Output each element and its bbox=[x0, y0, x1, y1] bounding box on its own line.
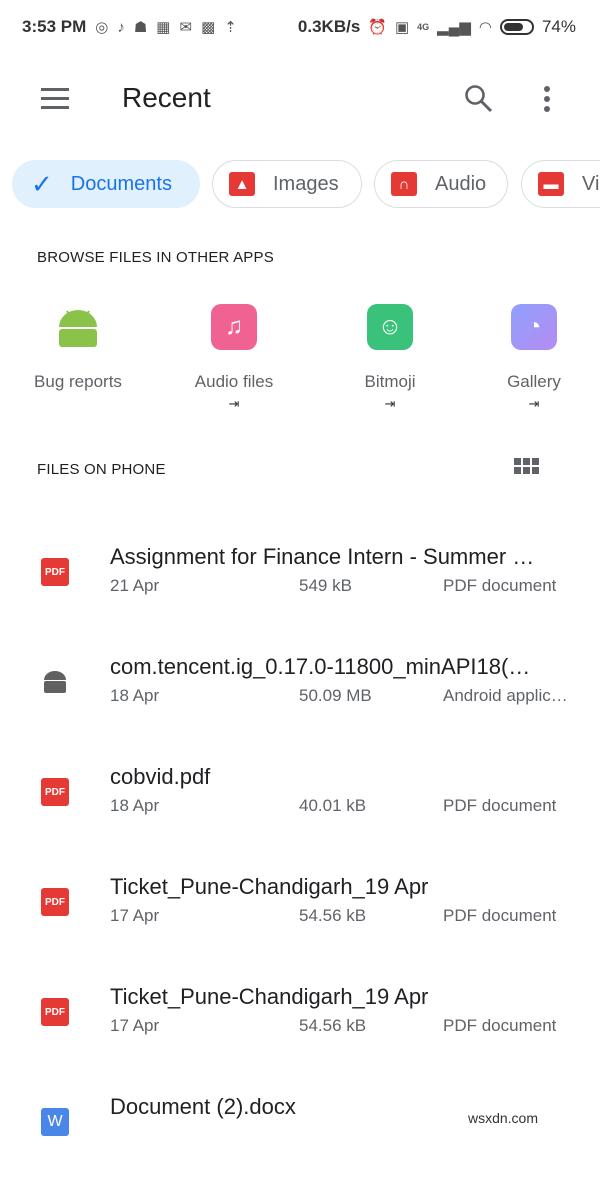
file-date: 18 Apr bbox=[110, 796, 160, 815]
file-date: 17 Apr bbox=[110, 1016, 160, 1035]
chip-label: Vi bbox=[582, 172, 600, 195]
watermark: wsxdn.com bbox=[467, 1110, 538, 1126]
app-audio-files[interactable]: ♫ Audio files ⇥ bbox=[169, 304, 299, 412]
file-row[interactable]: PDF Ticket_Pune-Chandigarh_19 Apr 17 Apr 5… bbox=[0, 874, 600, 984]
pdf-icon: PDF bbox=[41, 778, 69, 806]
signal-icon: ▂▄▆ bbox=[437, 19, 471, 36]
file-name: Ticket_Pune-Chandigarh_19 Apr bbox=[110, 874, 429, 899]
gallery-icon: ◔ bbox=[511, 304, 557, 350]
battery-icon bbox=[499, 19, 534, 35]
gmail-icon: ✉ bbox=[179, 19, 193, 36]
alarm-icon: ⏰ bbox=[368, 19, 387, 36]
file-name: com.tencent.ig_0.17.0-11800_minAPI18(… bbox=[110, 654, 531, 679]
status-bar: 3:53 PM ◎ ♪ ☗ ▦ ✉ ▩ ⇡ 0.3KB/s ⏰ ▣ 4G ▂▄▆… bbox=[22, 14, 576, 40]
file-type: PDF document bbox=[443, 1016, 557, 1035]
menu-button[interactable] bbox=[41, 88, 69, 109]
file-name: Ticket_Pune-Chandigarh_19 Apr bbox=[110, 984, 429, 1009]
file-row[interactable]: PDF Assignment for Finance Intern - Summe… bbox=[0, 544, 600, 654]
volte-icon: ▣ bbox=[394, 19, 410, 36]
file-type: PDF document bbox=[443, 906, 557, 925]
file-name: cobvid.pdf bbox=[110, 764, 211, 789]
chip-audio[interactable]: ∩ Audio bbox=[374, 160, 508, 208]
pdf-icon: PDF bbox=[41, 888, 69, 916]
bitmoji-icon: ☺ bbox=[367, 304, 413, 350]
file-date: 18 Apr bbox=[110, 686, 160, 705]
file-name: Assignment for Finance Intern - Summer … bbox=[110, 544, 535, 569]
open-external-icon: ⇥ bbox=[384, 396, 396, 411]
app-bitmoji[interactable]: ☺ Bitmoji ⇥ bbox=[325, 304, 455, 412]
app-label: Gallery bbox=[507, 372, 561, 391]
file-row[interactable]: com.tencent.ig_0.17.0-11800_minAPI18(… 18… bbox=[0, 654, 600, 764]
open-external-icon: ⇥ bbox=[228, 396, 240, 411]
grid-view-button[interactable] bbox=[514, 458, 539, 474]
app-label: Bug reports bbox=[34, 372, 122, 391]
app-label: Audio files bbox=[194, 372, 274, 391]
file-row[interactable]: PDF Ticket_Pune-Chandigarh_19 Apr 17 Apr 5… bbox=[0, 984, 600, 1094]
video-icon: ▬ bbox=[538, 172, 564, 196]
file-size: 54.56 kB bbox=[299, 1016, 367, 1035]
file-size: 40.01 kB bbox=[299, 796, 367, 815]
more-options-button[interactable] bbox=[544, 86, 552, 112]
battery-level: 74% bbox=[541, 17, 576, 36]
android-icon bbox=[41, 668, 69, 696]
tiktok-icon: ♪ bbox=[117, 18, 125, 36]
snapchat-icon: ☗ bbox=[133, 19, 148, 36]
calculator-icon: ▦ bbox=[156, 19, 171, 36]
upload-icon: ⇡ bbox=[224, 19, 237, 36]
android-icon bbox=[55, 304, 101, 350]
image-icon: ▲ bbox=[229, 172, 255, 196]
pdf-icon: PDF bbox=[41, 998, 69, 1026]
wifi-icon: ◠ bbox=[478, 19, 492, 36]
app-bug-reports[interactable]: Bug reports bbox=[13, 304, 143, 392]
file-size: 54.56 kB bbox=[299, 906, 367, 925]
file-date: 17 Apr bbox=[110, 906, 160, 925]
chip-label: Audio bbox=[435, 172, 487, 195]
files-heading: FILES ON PHONE bbox=[37, 461, 166, 478]
chip-videos[interactable]: ▬ Vi bbox=[521, 160, 600, 208]
file-type: Android applic… bbox=[443, 686, 568, 705]
search-icon bbox=[465, 85, 493, 113]
ludo-icon: ▩ bbox=[201, 19, 216, 36]
chip-documents[interactable]: ✓ Documents bbox=[12, 160, 200, 208]
chip-label: Documents bbox=[70, 172, 172, 195]
browse-heading: BROWSE FILES IN OTHER APPS bbox=[37, 249, 274, 266]
page-title: Recent bbox=[122, 82, 211, 113]
app-label: Bitmoji bbox=[364, 372, 416, 391]
file-size: 50.09 MB bbox=[299, 686, 372, 705]
open-external-icon: ⇥ bbox=[528, 396, 540, 411]
network-type: 4G bbox=[417, 22, 430, 32]
file-row[interactable]: PDF cobvid.pdf 18 Apr 40.01 kB PDF documen… bbox=[0, 764, 600, 874]
headphones-icon: ∩ bbox=[391, 172, 417, 196]
file-date: 21 Apr bbox=[110, 576, 160, 595]
chip-images[interactable]: ▲ Images bbox=[212, 160, 362, 208]
word-doc-icon: W bbox=[41, 1108, 69, 1136]
check-icon: ✓ bbox=[31, 168, 53, 199]
network-speed: 0.3KB/s bbox=[297, 17, 361, 36]
file-type: PDF document bbox=[443, 576, 557, 595]
file-type: PDF document bbox=[443, 796, 557, 815]
pdf-icon: PDF bbox=[41, 558, 69, 586]
search-button[interactable] bbox=[464, 84, 494, 119]
chip-label: Images bbox=[273, 172, 339, 195]
music-note-icon: ♫ bbox=[211, 304, 257, 350]
status-time: 3:53 PM bbox=[22, 17, 87, 36]
file-size: 549 kB bbox=[299, 576, 352, 595]
app-gallery[interactable]: ◔ Gallery ⇥ bbox=[469, 304, 599, 412]
whatsapp-icon: ◎ bbox=[95, 19, 109, 36]
